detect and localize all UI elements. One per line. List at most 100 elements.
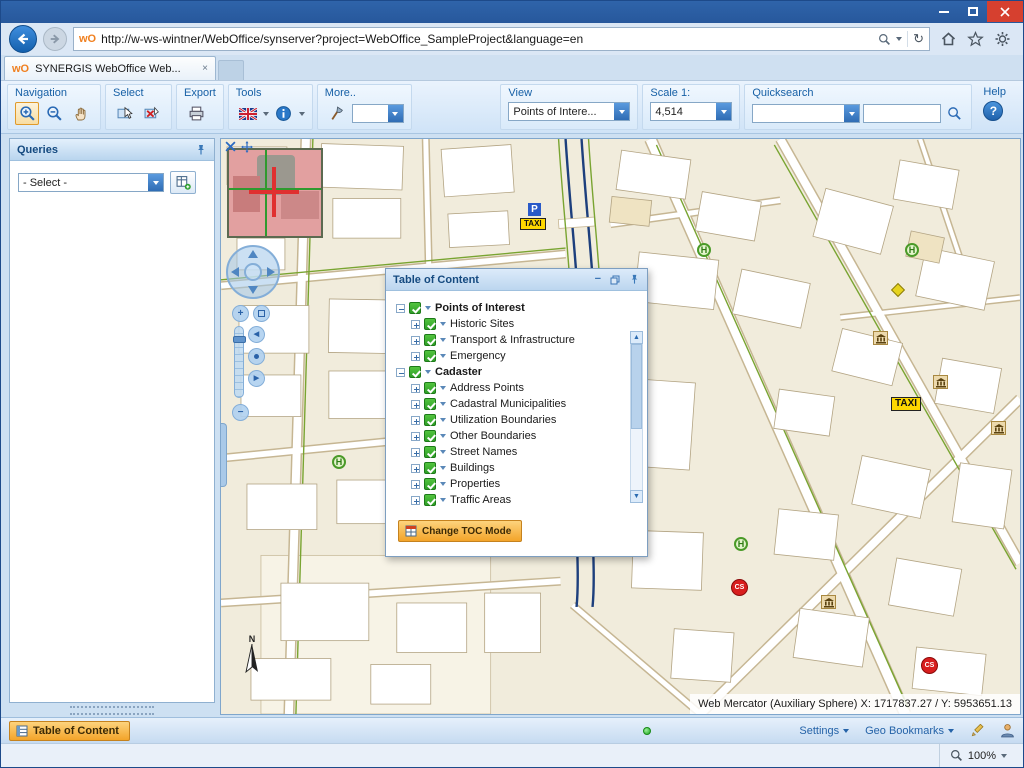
url-field[interactable]: wO http://w-ws-wintner/WebOffice/synserv…: [73, 27, 930, 51]
dropdown-button[interactable]: [716, 103, 731, 120]
quicksearch-go-button[interactable]: [944, 102, 964, 125]
toc-minimize-button[interactable]: −: [595, 274, 601, 285]
museum-marker[interactable]: [873, 331, 888, 345]
previous-extent-button[interactable]: ◀: [248, 326, 265, 343]
new-tab-button[interactable]: [218, 60, 244, 80]
zoom-out-tool-button[interactable]: [42, 102, 66, 125]
layer-checkbox[interactable]: [424, 350, 436, 362]
window-minimize-button[interactable]: [929, 1, 958, 22]
toc-item-traffic-areas[interactable]: Traffic Areas: [411, 492, 625, 508]
dropdown-button[interactable]: [148, 174, 163, 191]
layer-checkbox[interactable]: [424, 462, 436, 474]
expand-icon[interactable]: [411, 400, 420, 409]
collapse-icon[interactable]: [396, 368, 405, 377]
layer-checkbox[interactable]: [424, 430, 436, 442]
toc-item-cadastral-municipalities[interactable]: Cadastral Municipalities: [411, 396, 625, 412]
quicksearch-type-dropdown[interactable]: [752, 104, 860, 123]
pharmacy-marker[interactable]: H: [332, 455, 346, 469]
home-icon[interactable]: [940, 31, 957, 47]
toc-item-points-of-interest[interactable]: Points of Interest: [396, 300, 625, 316]
pan-compass[interactable]: [226, 245, 280, 299]
chevron-down-icon[interactable]: [440, 482, 446, 486]
address-dropdown-icon[interactable]: [896, 37, 902, 41]
fuel-station-marker[interactable]: CS: [731, 579, 748, 596]
query-table-button[interactable]: [170, 171, 196, 194]
expand-icon[interactable]: [411, 464, 420, 473]
layer-checkbox[interactable]: [409, 366, 421, 378]
dropdown-button[interactable]: [388, 105, 403, 122]
panel-resize-handle[interactable]: [70, 706, 154, 715]
window-maximize-button[interactable]: [958, 1, 987, 22]
chevron-down-icon[interactable]: [440, 338, 446, 342]
layer-checkbox[interactable]: [424, 382, 436, 394]
pin-icon[interactable]: [195, 144, 207, 156]
user-profile-icon[interactable]: [1000, 723, 1015, 738]
expand-icon[interactable]: [411, 496, 420, 505]
zoom-in-button[interactable]: +: [232, 305, 249, 322]
quicksearch-input[interactable]: [863, 104, 941, 123]
clear-selection-button[interactable]: [140, 102, 164, 125]
pharmacy-marker[interactable]: H: [697, 243, 711, 257]
museum-marker[interactable]: [933, 375, 948, 389]
toc-scrollbar[interactable]: ▲ ▼: [629, 331, 644, 503]
pan-south-icon[interactable]: [248, 286, 258, 294]
zoom-out-button[interactable]: −: [232, 404, 249, 421]
favorites-star-icon[interactable]: [967, 31, 984, 47]
print-button[interactable]: [184, 102, 208, 125]
help-button[interactable]: ?: [983, 101, 1003, 121]
expand-icon[interactable]: [411, 384, 420, 393]
toc-item-emergency[interactable]: Emergency: [411, 348, 625, 364]
chevron-down-icon[interactable]: [440, 402, 446, 406]
parking-marker[interactable]: P: [528, 203, 541, 216]
zoom-box-button[interactable]: [253, 305, 270, 322]
toc-toggle-button[interactable]: Table of Content: [9, 721, 130, 741]
search-icon[interactable]: [878, 33, 891, 46]
full-extent-button[interactable]: [248, 348, 265, 365]
toc-item-address-points[interactable]: Address Points: [411, 380, 625, 396]
layer-checkbox[interactable]: [424, 398, 436, 410]
layer-checkbox[interactable]: [424, 318, 436, 330]
chevron-down-icon[interactable]: [440, 498, 446, 502]
zoom-slider[interactable]: [234, 326, 244, 398]
chevron-down-icon[interactable]: [440, 434, 446, 438]
toc-item-transport-infrastructure[interactable]: Transport & Infrastructure: [411, 332, 625, 348]
overview-move-icon[interactable]: [241, 141, 253, 153]
chevron-down-icon[interactable]: [299, 112, 305, 116]
info-tool-button[interactable]: [272, 102, 296, 125]
taxi-stand-marker[interactable]: TAXI: [520, 218, 546, 230]
geo-bookmarks-menu[interactable]: Geo Bookmarks: [865, 725, 954, 737]
toc-item-buildings[interactable]: Buildings: [411, 460, 625, 476]
window-close-button[interactable]: [987, 1, 1023, 22]
zoom-slider-knob[interactable]: [233, 336, 246, 343]
url-text[interactable]: http://w-ws-wintner/WebOffice/synserver?…: [101, 32, 873, 46]
layer-checkbox[interactable]: [424, 446, 436, 458]
toc-item-street-names[interactable]: Street Names: [411, 444, 625, 460]
language-flag-button[interactable]: [236, 102, 260, 125]
expand-icon[interactable]: [411, 416, 420, 425]
layer-checkbox[interactable]: [424, 414, 436, 426]
scroll-down-icon[interactable]: ▼: [630, 490, 643, 503]
toc-detach-button[interactable]: [610, 275, 620, 285]
toc-panel-header[interactable]: Table of Content −: [386, 269, 647, 291]
overview-map[interactable]: [227, 148, 323, 238]
query-select-dropdown[interactable]: - Select -: [18, 173, 164, 192]
select-tool-button[interactable]: [113, 102, 137, 125]
expand-icon[interactable]: [411, 336, 420, 345]
settings-menu[interactable]: Settings: [799, 725, 849, 737]
chevron-down-icon[interactable]: [440, 466, 446, 470]
collapse-icon[interactable]: [396, 304, 405, 313]
zoom-control[interactable]: 100%: [939, 744, 1017, 767]
map-viewport[interactable]: + ◀ ▶ − P: [220, 138, 1021, 715]
pharmacy-marker[interactable]: H: [734, 537, 748, 551]
chevron-down-icon[interactable]: [440, 386, 446, 390]
layer-checkbox[interactable]: [424, 494, 436, 506]
chevron-down-icon[interactable]: [440, 354, 446, 358]
expand-icon[interactable]: [411, 480, 420, 489]
toc-pin-button[interactable]: [629, 274, 640, 285]
scale-dropdown[interactable]: 4,514: [650, 102, 732, 121]
pan-tool-button[interactable]: [69, 102, 93, 125]
next-extent-button[interactable]: ▶: [248, 370, 265, 387]
dropdown-button[interactable]: [844, 105, 859, 122]
compass-center[interactable]: [244, 263, 262, 281]
more-tools-dropdown[interactable]: [352, 104, 404, 123]
